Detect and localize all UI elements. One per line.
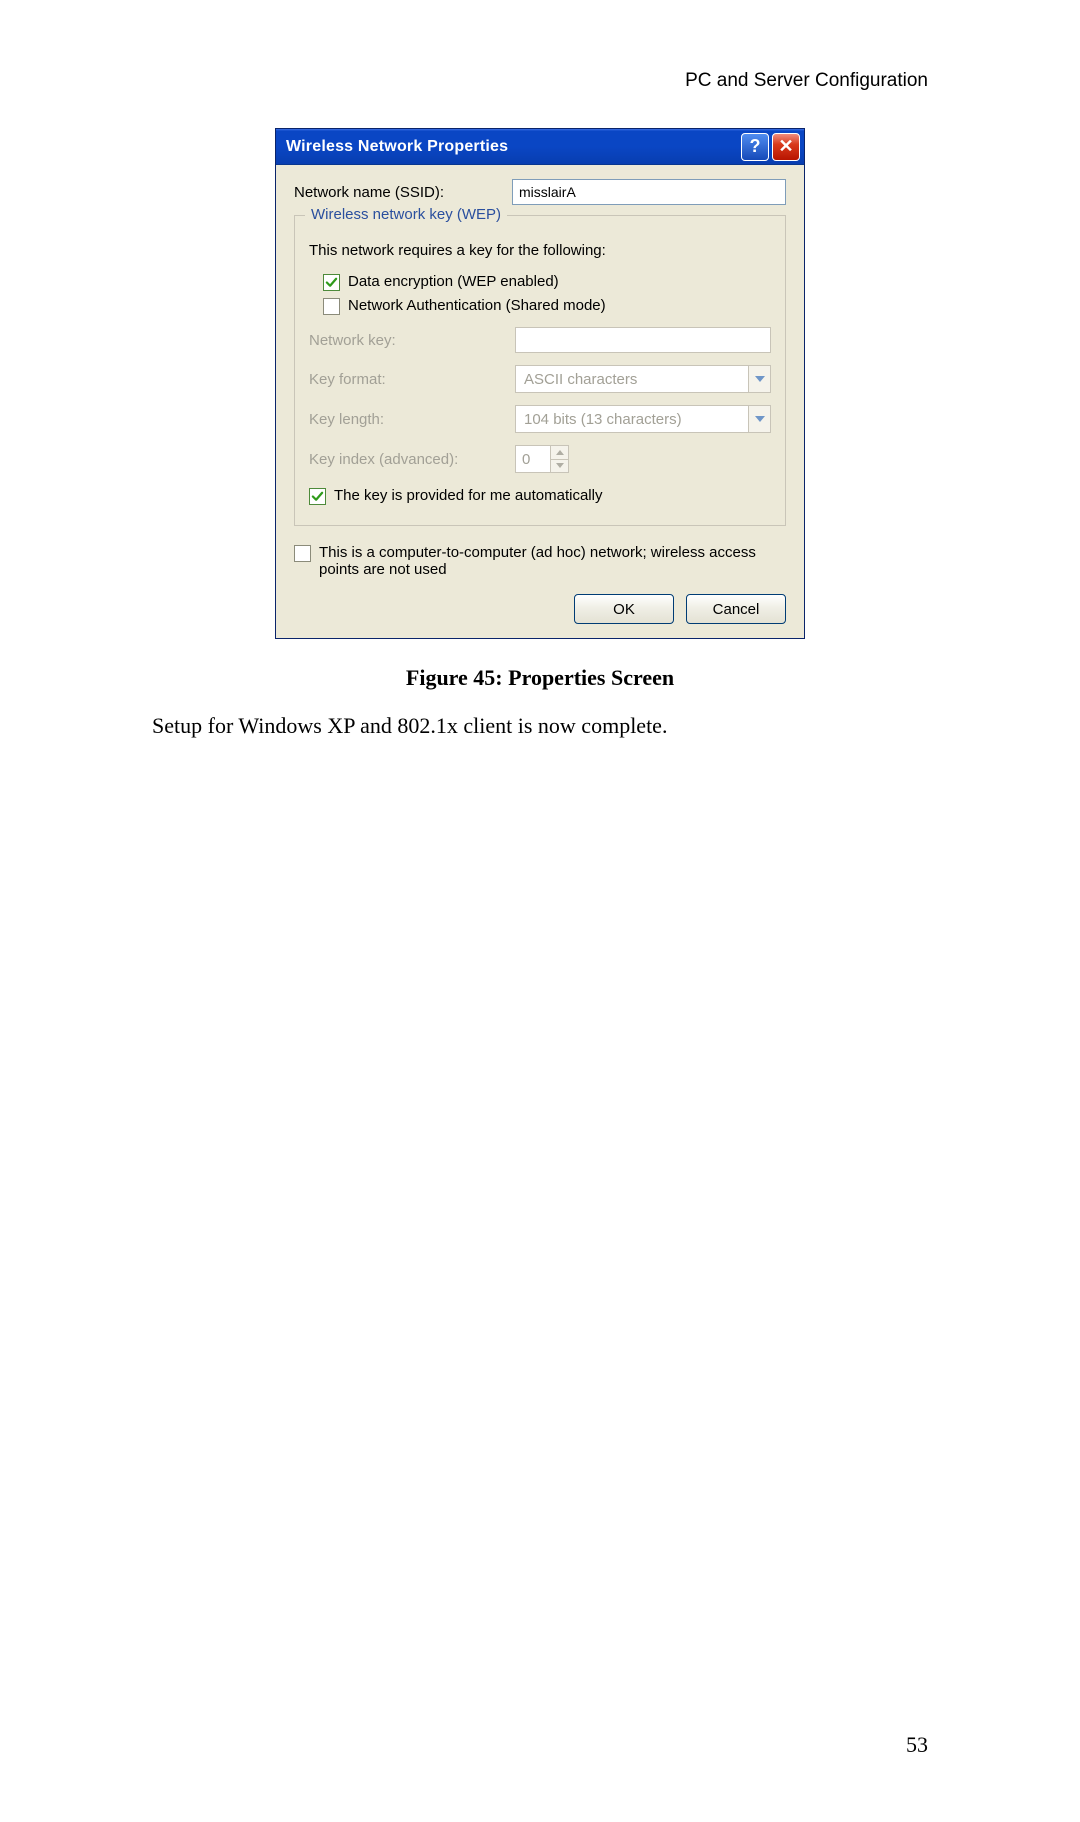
chevron-down-icon	[755, 416, 765, 422]
adhoc-checkbox[interactable]	[294, 545, 311, 562]
wep-intro-text: This network requires a key for the foll…	[309, 242, 771, 259]
help-button[interactable]: ?	[741, 133, 769, 161]
key-format-dropdown-button	[748, 366, 770, 392]
ssid-label: Network name (SSID):	[294, 184, 504, 201]
key-format-value: ASCII characters	[524, 371, 748, 388]
key-index-input	[516, 446, 550, 472]
ok-button[interactable]: OK	[574, 594, 674, 624]
page-header: PC and Server Configuration	[152, 70, 928, 92]
key-length-value: 104 bits (13 characters)	[524, 411, 748, 428]
wireless-properties-dialog: Wireless Network Properties ? ✕ Network …	[275, 128, 805, 639]
key-format-select: ASCII characters	[515, 365, 771, 393]
titlebar: Wireless Network Properties ? ✕	[276, 129, 804, 165]
wep-enabled-label: Data encryption (WEP enabled)	[348, 273, 559, 290]
key-index-down-button	[551, 459, 568, 473]
shared-mode-checkbox[interactable]	[323, 298, 340, 315]
key-length-select: 104 bits (13 characters)	[515, 405, 771, 433]
cancel-button[interactable]: Cancel	[686, 594, 786, 624]
chevron-up-icon	[556, 450, 564, 455]
wep-groupbox: Wireless network key (WEP) This network …	[294, 215, 786, 526]
key-auto-checkbox[interactable]	[309, 488, 326, 505]
key-auto-label: The key is provided for me automatically	[334, 487, 602, 504]
chevron-down-icon	[556, 463, 564, 468]
key-format-label: Key format:	[309, 371, 507, 388]
key-index-up-button	[551, 446, 568, 459]
network-key-input	[515, 327, 771, 353]
figure-caption: Figure 45: Properties Screen	[152, 665, 928, 691]
key-length-dropdown-button	[748, 406, 770, 432]
check-icon	[311, 490, 324, 503]
check-icon	[325, 276, 338, 289]
wep-groupbox-legend: Wireless network key (WEP)	[305, 206, 507, 223]
shared-mode-label: Network Authentication (Shared mode)	[348, 297, 606, 314]
close-button[interactable]: ✕	[772, 133, 800, 161]
titlebar-title: Wireless Network Properties	[286, 138, 741, 156]
adhoc-label: This is a computer-to-computer (ad hoc) …	[319, 544, 786, 578]
body-paragraph: Setup for Windows XP and 802.1x client i…	[152, 713, 928, 739]
chevron-down-icon	[755, 376, 765, 382]
wep-enabled-checkbox[interactable]	[323, 274, 340, 291]
key-index-spinner	[515, 445, 569, 473]
ssid-input[interactable]	[512, 179, 786, 205]
help-icon: ?	[750, 136, 761, 157]
key-length-label: Key length:	[309, 411, 507, 428]
key-index-label: Key index (advanced):	[309, 451, 507, 468]
page-number: 53	[906, 1732, 928, 1758]
close-icon: ✕	[778, 136, 793, 157]
network-key-label: Network key:	[309, 332, 507, 349]
